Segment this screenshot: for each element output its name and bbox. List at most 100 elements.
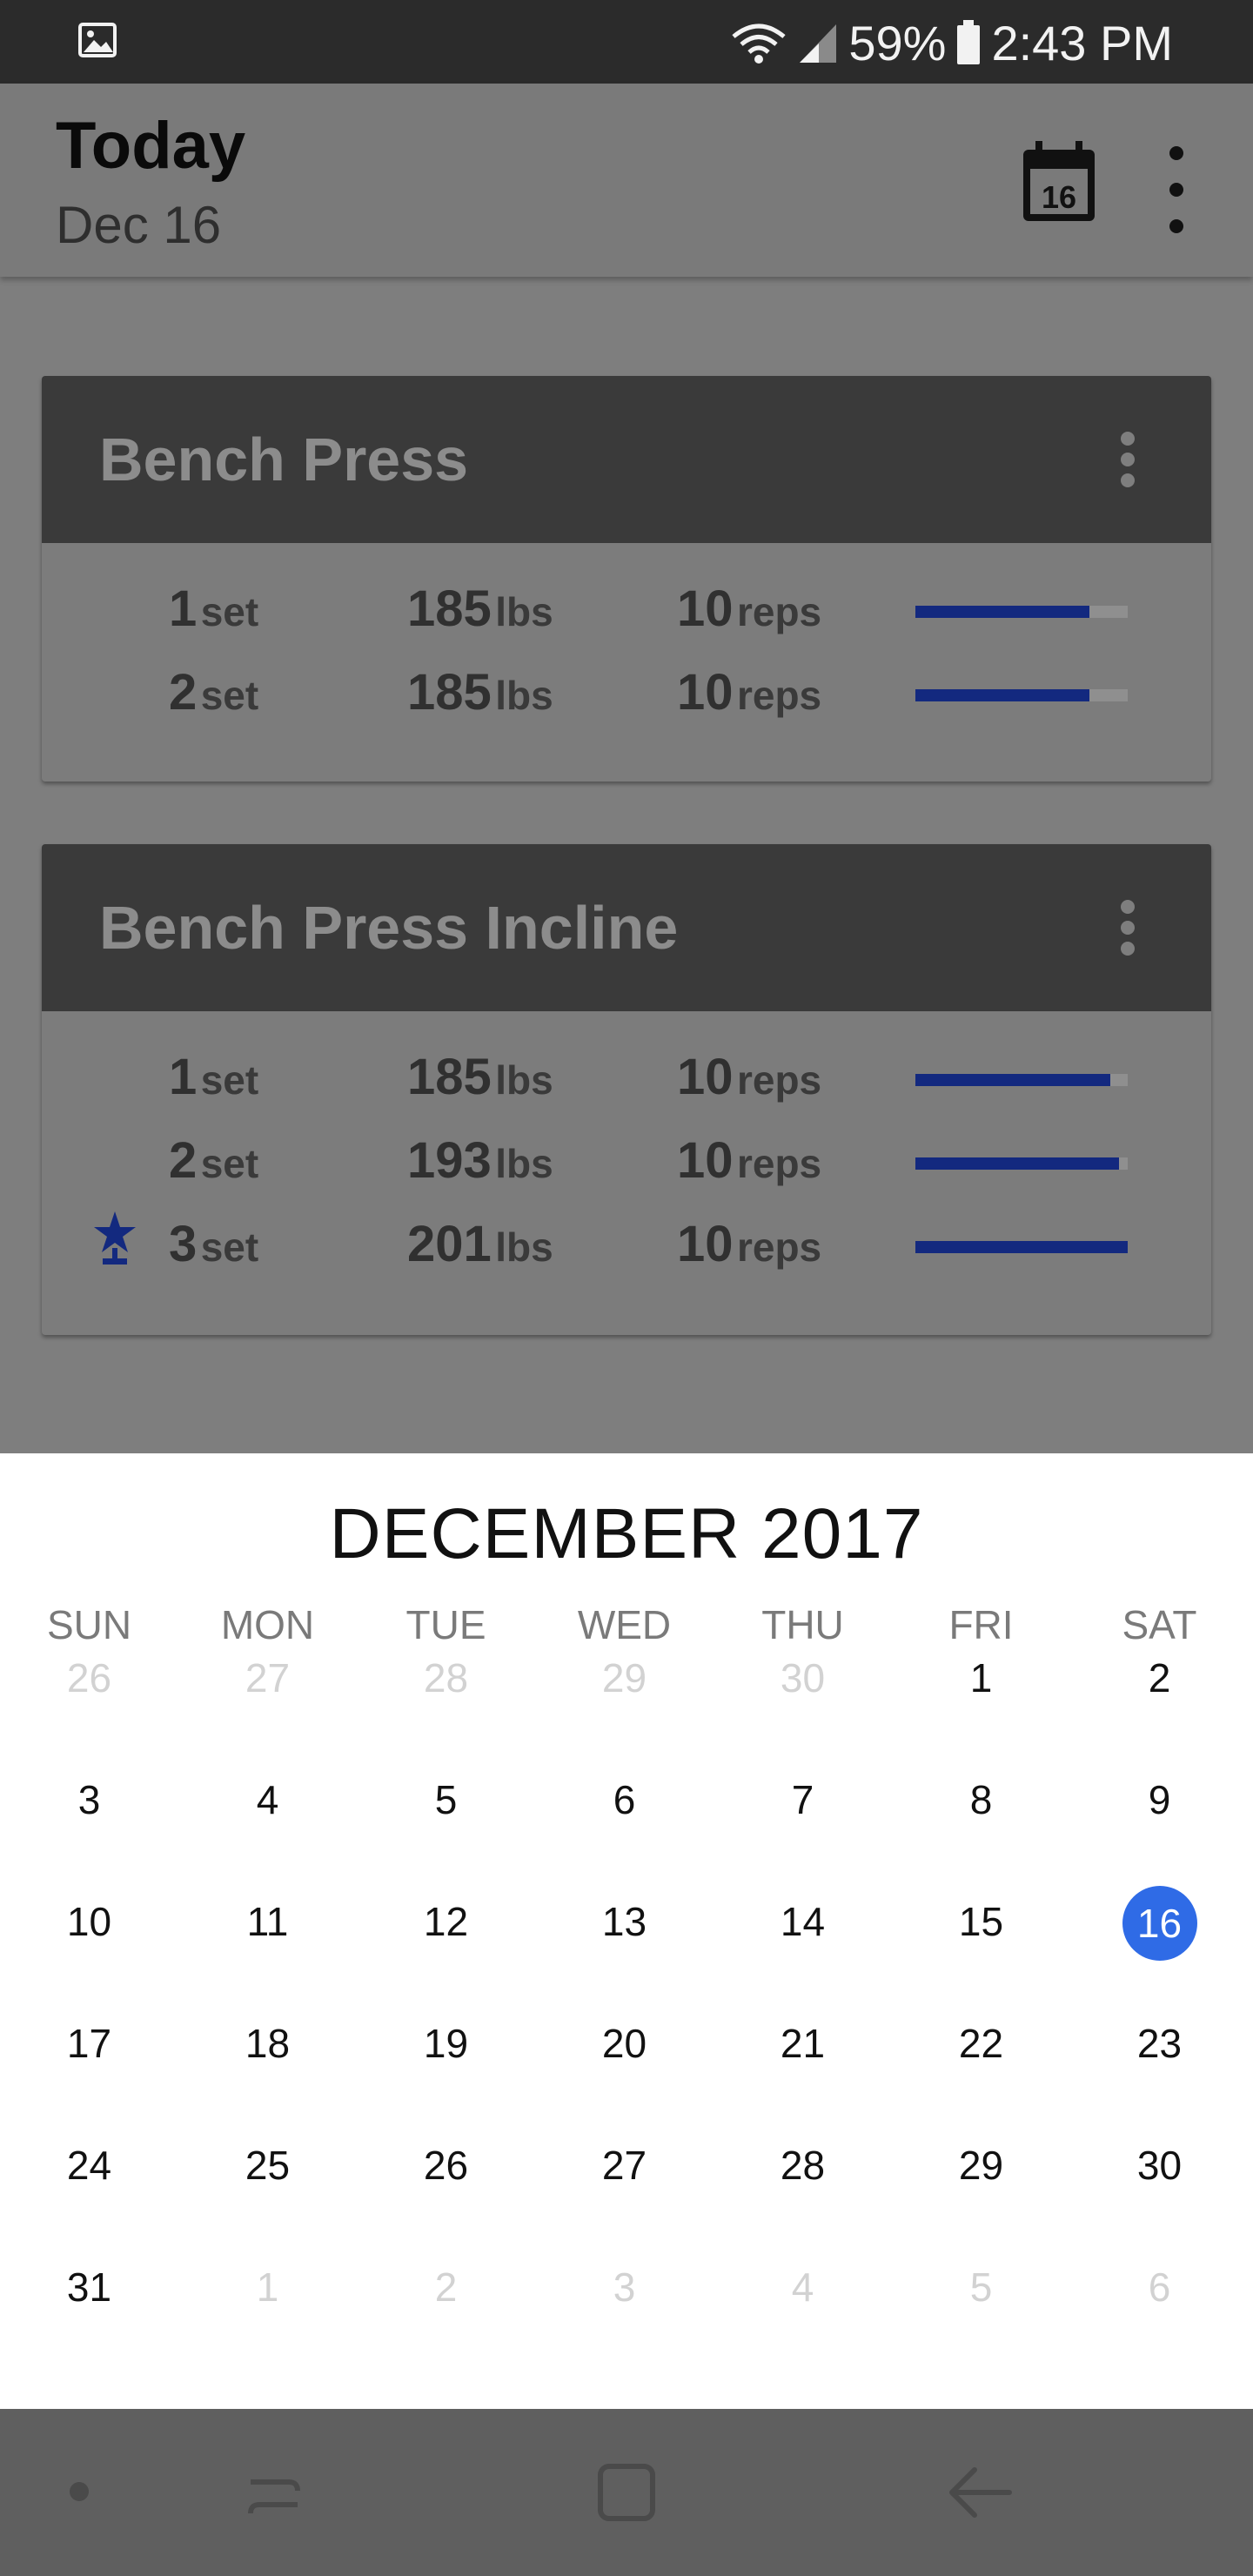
calendar-day[interactable]: 9 [1070, 1756, 1249, 1843]
calendar-day: 1 [256, 2264, 279, 2310]
calendar-day[interactable]: 11 [178, 1878, 357, 1965]
card-menu-icon[interactable] [1121, 900, 1135, 956]
calendar-icon[interactable]: 16 [1018, 139, 1100, 225]
exercise-name: Bench Press Incline [99, 894, 679, 962]
date-picker: DECEMBER 2017 SUN MON TUE WED THU FRI SAT 26 27 2… [0, 1453, 1253, 2409]
calendar-day[interactable]: 17 [0, 2000, 178, 2087]
set-progress-bar [915, 1241, 1128, 1253]
set-progress-fill [915, 1157, 1120, 1170]
calendar-icon-day: 16 [1042, 179, 1076, 215]
wifi-icon [732, 23, 786, 64]
calendar-day[interactable]: 21 [714, 2000, 892, 2087]
calendar-day[interactable]: 14 [714, 1878, 892, 1965]
set-unit: set [200, 1057, 259, 1103]
set-weight: 185 [407, 1049, 492, 1105]
set-progress-fill [915, 689, 1090, 701]
set-reps: 10 [677, 580, 734, 637]
record-trophy-icon [94, 1211, 136, 1265]
calendar-day[interactable]: 5 [357, 1756, 535, 1843]
calendar-day: 4 [791, 2264, 814, 2310]
set-row[interactable]: 2 set 185 lbs 10 reps [42, 651, 1211, 729]
calendar-day[interactable]: 31 [0, 2244, 178, 2331]
set-reps: 10 [677, 664, 734, 721]
calendar-day[interactable]: 10 [0, 1878, 178, 1965]
calendar-day[interactable]: 3 [0, 1756, 178, 1843]
set-progress-bar [915, 1157, 1128, 1170]
battery-percent: 59% [848, 15, 947, 70]
back-icon[interactable] [947, 2463, 1013, 2522]
calendar-day[interactable]: 2 [1070, 1634, 1249, 1721]
calendar-day: 6 [1148, 2264, 1171, 2310]
reps-unit: reps [736, 1057, 822, 1103]
month-label: DECEMBER 2017 [329, 1494, 924, 1573]
calendar-day[interactable]: 18 [178, 2000, 357, 2087]
calendar-day[interactable]: 12 [357, 1878, 535, 1965]
page-date: Dec 16 [56, 196, 222, 254]
calendar-day[interactable]: 4 [178, 1756, 357, 1843]
set-row[interactable]: 1 set 185 lbs 10 reps [42, 567, 1211, 646]
workout-card-header: Bench Press [42, 376, 1211, 543]
weight-unit: lbs [495, 1141, 553, 1186]
set-row[interactable]: 2 set 193 lbs 10 reps [42, 1119, 1211, 1197]
calendar-day: 5 [969, 2264, 993, 2310]
set-weight: 185 [407, 580, 492, 637]
calendar-day[interactable]: 6 [535, 1756, 714, 1843]
set-progress-fill [915, 1074, 1111, 1086]
battery-icon [957, 20, 981, 64]
home-icon[interactable] [597, 2463, 656, 2522]
card-menu-icon[interactable] [1121, 432, 1135, 487]
set-number: 2 [169, 1132, 198, 1189]
set-row[interactable]: 3 set 201 lbs 10 reps [42, 1203, 1211, 1281]
exercise-name: Bench Press [99, 426, 469, 493]
calendar-day[interactable]: 7 [714, 1756, 892, 1843]
calendar-day[interactable]: 25 [178, 2122, 357, 2209]
calendar-day[interactable]: 24 [0, 2122, 178, 2209]
calendar-day: 2 [434, 2264, 458, 2310]
workout-card[interactable]: Bench Press Incline 1 set 185 lbs 10 rep… [42, 844, 1211, 1335]
workout-card[interactable]: Bench Press 1 set 185 lbs 10 reps 2 set … [42, 376, 1211, 782]
calendar-day: 27 [245, 1655, 291, 1701]
set-row[interactable]: 1 set 185 lbs 10 reps [42, 1036, 1211, 1114]
reps-unit: reps [736, 589, 822, 634]
set-weight: 201 [407, 1216, 492, 1272]
weight-unit: lbs [495, 1224, 553, 1270]
calendar-day[interactable]: 15 [892, 1878, 1070, 1965]
navigation-bar [0, 2409, 1253, 2576]
dot-icon[interactable] [70, 2482, 89, 2501]
selected-day[interactable]: 16 [1122, 1885, 1197, 1961]
recents-icon[interactable] [242, 2463, 306, 2524]
set-weight: 185 [407, 664, 492, 721]
set-number: 1 [169, 1049, 198, 1105]
overflow-menu-icon[interactable] [1152, 146, 1201, 233]
calendar-day[interactable]: 16 [1070, 1878, 1249, 1965]
calendar-day[interactable]: 8 [892, 1756, 1070, 1843]
calendar-day[interactable]: 29 [892, 2122, 1070, 2209]
signal-icon [800, 24, 837, 63]
set-number: 3 [169, 1216, 198, 1272]
set-unit: set [200, 589, 259, 634]
set-number: 2 [169, 664, 198, 721]
calendar-day[interactable]: 27 [535, 2122, 714, 2209]
calendar-day[interactable]: 23 [1070, 2000, 1249, 2087]
calendar-day: 28 [423, 1655, 469, 1701]
calendar-day: 26 [66, 1655, 112, 1701]
calendar-day[interactable]: 13 [535, 1878, 714, 1965]
weight-unit: lbs [495, 1057, 553, 1103]
calendar-day[interactable]: 1 [892, 1634, 1070, 1721]
set-progress-bar [915, 1074, 1128, 1086]
calendar-day[interactable]: 19 [357, 2000, 535, 2087]
reps-unit: reps [736, 673, 822, 718]
set-reps: 10 [677, 1216, 734, 1272]
calendar-day[interactable]: 20 [535, 2000, 714, 2087]
set-number: 1 [169, 580, 198, 637]
calendar-day[interactable]: 26 [357, 2122, 535, 2209]
set-unit: set [200, 673, 259, 718]
set-reps: 10 [677, 1132, 734, 1189]
calendar-day[interactable]: 30 [1070, 2122, 1249, 2209]
calendar-day[interactable]: 22 [892, 2000, 1070, 2087]
status-bar: 59% 2:43 PM [0, 0, 1253, 84]
calendar-day[interactable]: 28 [714, 2122, 892, 2209]
clock: 2:43 PM [991, 15, 1173, 70]
calendar-day: 30 [780, 1655, 826, 1701]
weight-unit: lbs [495, 673, 553, 718]
